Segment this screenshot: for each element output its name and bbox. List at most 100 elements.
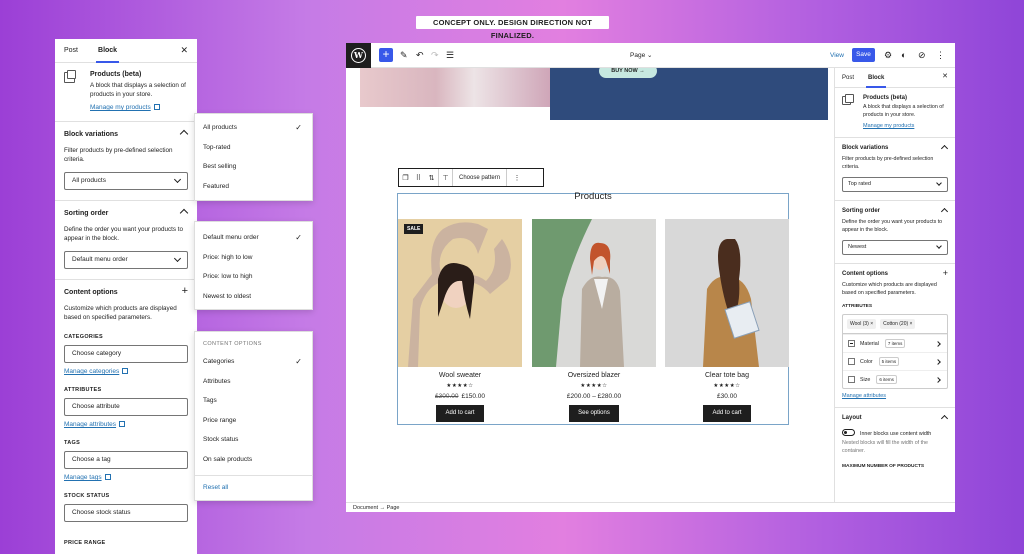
plus-icon[interactable]: + bbox=[182, 285, 188, 297]
block-type-icon[interactable]: ❐ bbox=[399, 174, 412, 182]
max-products-label: MAXIMUM NUMBER OF PRODUCTS bbox=[842, 464, 925, 469]
section-title: Content options bbox=[64, 289, 118, 296]
category-input[interactable]: Choose category bbox=[64, 345, 188, 363]
menu-item[interactable]: Attributes bbox=[195, 372, 312, 392]
menu-item[interactable]: All products ✓ bbox=[195, 118, 312, 138]
sorting-select[interactable]: Newest bbox=[842, 240, 948, 255]
tag-chip[interactable]: Cotton (20) × bbox=[880, 319, 916, 329]
add-to-cart-button[interactable]: Add to cart bbox=[436, 405, 484, 422]
plugin-icon[interactable]: ⊘ bbox=[918, 48, 926, 62]
align-icon[interactable]: ⊤ bbox=[439, 174, 452, 182]
tab-block[interactable]: Block bbox=[865, 68, 887, 88]
products-block[interactable]: Products SALE Wool sweater ★★★★☆ £300.00… bbox=[397, 191, 789, 425]
section-title: Block variations bbox=[842, 145, 889, 151]
rating-stars: ★★★★☆ bbox=[713, 383, 741, 389]
section-title: Block variations bbox=[64, 131, 119, 138]
check-icon: ✓ bbox=[295, 357, 302, 366]
menu-item[interactable]: Default menu order ✓ bbox=[195, 228, 312, 248]
sale-badge: SALE bbox=[404, 224, 424, 234]
manage-products-link[interactable]: Manage my products bbox=[863, 123, 948, 129]
editor-toolbar: W + ✎ ↶ ↷ ☰ Page ⌄ View Save ⚙ ◐ ⊘ ⋮ bbox=[346, 43, 955, 68]
block-card: Products (beta) A block that displays a … bbox=[835, 88, 955, 138]
product-name: Wool sweater bbox=[438, 372, 482, 379]
choose-pattern-button[interactable]: Choose pattern bbox=[453, 175, 506, 181]
styles-icon[interactable]: ◐ bbox=[901, 48, 906, 62]
menu-item[interactable]: Categories ✓ bbox=[195, 352, 312, 372]
redo-icon[interactable]: ↷ bbox=[431, 48, 439, 62]
product-name: Oversized blazer bbox=[567, 372, 621, 379]
product-image[interactable]: SALE bbox=[398, 219, 522, 367]
add-to-cart-button[interactable]: Add to cart bbox=[703, 405, 751, 422]
stock-status-input[interactable]: Choose stock status bbox=[64, 504, 188, 522]
more-options-icon[interactable]: ⋮ bbox=[936, 48, 945, 62]
attribute-input[interactable]: Choose attribute bbox=[64, 398, 188, 416]
block-card: Products (beta) A block that displays a … bbox=[55, 63, 197, 122]
checkbox[interactable] bbox=[848, 340, 855, 347]
drag-handle-icon[interactable]: ⠿ bbox=[412, 174, 425, 182]
products-heading: Products bbox=[574, 191, 612, 202]
manage-tags-link[interactable]: Manage tags bbox=[64, 474, 188, 481]
menu-item[interactable]: Stock status bbox=[195, 430, 312, 450]
gear-icon[interactable]: ⚙ bbox=[884, 48, 892, 62]
menu-item[interactable]: Price: high to low bbox=[195, 248, 312, 268]
attribute-row[interactable]: Size 6 items bbox=[843, 370, 947, 388]
plus-icon[interactable]: + bbox=[943, 268, 948, 278]
external-link-icon bbox=[104, 474, 111, 480]
checkbox[interactable] bbox=[848, 358, 855, 365]
close-icon[interactable]: ✕ bbox=[180, 45, 188, 56]
attribute-row[interactable]: Material 7 items bbox=[843, 334, 947, 352]
variations-select[interactable]: All products bbox=[64, 172, 188, 190]
menu-item[interactable]: Featured bbox=[195, 177, 312, 197]
pen-icon[interactable]: ✎ bbox=[400, 48, 408, 62]
attribute-row[interactable]: Color 5 items bbox=[843, 352, 947, 370]
move-up-down-icon[interactable]: ⇅ bbox=[425, 174, 438, 182]
menu-item[interactable]: Newest to oldest bbox=[195, 287, 312, 307]
menu-item[interactable]: Tags bbox=[195, 391, 312, 411]
page-title-dropdown[interactable]: Page ⌄ bbox=[630, 43, 652, 68]
toggle-help-text: Nested blocks will fill the width of the… bbox=[842, 440, 928, 454]
right-settings-sidebar: Post Block ✕ Products (beta) A block tha… bbox=[834, 68, 955, 502]
product-card: Oversized blazer ★★★★☆ £200.00 – £280.00… bbox=[532, 219, 656, 422]
menu-item[interactable]: Top-rated bbox=[195, 138, 312, 158]
stock-status-label: STOCK STATUS bbox=[64, 493, 110, 499]
product-image[interactable] bbox=[532, 219, 656, 367]
manage-categories-link[interactable]: Manage categories bbox=[64, 368, 188, 375]
block-title: Products (beta) bbox=[90, 71, 142, 78]
close-icon[interactable]: ✕ bbox=[942, 72, 948, 80]
menu-item[interactable]: On sale products bbox=[195, 450, 312, 470]
reset-all-button[interactable]: Reset all bbox=[195, 476, 312, 499]
see-options-button[interactable]: See options bbox=[569, 405, 619, 422]
block-toolbar: ❐ ⠿ ⇅ ⊤ Choose pattern ⋮ bbox=[398, 168, 544, 187]
manage-attributes-link[interactable]: Manage attributes bbox=[842, 393, 948, 399]
tag-input[interactable]: Choose a tag bbox=[64, 451, 188, 469]
item-count: 7 items bbox=[884, 339, 906, 348]
manage-products-link[interactable]: Manage my products bbox=[90, 104, 188, 111]
section-description: Define the order you want your products … bbox=[842, 219, 943, 233]
check-icon: ✓ bbox=[295, 123, 302, 132]
toggle-switch[interactable] bbox=[842, 429, 855, 436]
tag-chip[interactable]: Wool (3) × bbox=[847, 319, 877, 329]
undo-icon[interactable]: ↶ bbox=[416, 48, 424, 62]
products-block-icon bbox=[842, 94, 854, 105]
product-image[interactable] bbox=[665, 219, 789, 367]
categories-label: CATEGORIES bbox=[64, 334, 103, 340]
menu-item[interactable]: Price: low to high bbox=[195, 267, 312, 287]
left-tabs: Post Block ✕ bbox=[55, 39, 197, 63]
save-button[interactable]: Save bbox=[852, 48, 875, 62]
tab-post[interactable]: Post bbox=[842, 68, 854, 88]
view-button[interactable]: View bbox=[830, 43, 844, 68]
menu-item[interactable]: Best selling bbox=[195, 157, 312, 177]
add-block-button[interactable]: + bbox=[379, 48, 393, 62]
manage-attributes-link[interactable]: Manage attributes bbox=[64, 421, 188, 428]
block-more-options-icon[interactable]: ⋮ bbox=[507, 174, 527, 182]
tab-block[interactable]: Block bbox=[96, 39, 120, 63]
checkbox[interactable] bbox=[848, 376, 855, 383]
sorting-select[interactable]: Default menu order bbox=[64, 251, 188, 269]
wordpress-logo[interactable]: W bbox=[346, 43, 371, 68]
tab-post[interactable]: Post bbox=[64, 39, 78, 63]
buy-now-button[interactable]: BUY NOW → bbox=[599, 68, 657, 78]
product-card: Clear tote bag ★★★★☆ £30.00 Add to cart bbox=[665, 219, 789, 422]
list-view-icon[interactable]: ☰ bbox=[446, 48, 454, 62]
menu-item[interactable]: Price range bbox=[195, 411, 312, 431]
variations-select[interactable]: Top rated bbox=[842, 177, 948, 192]
